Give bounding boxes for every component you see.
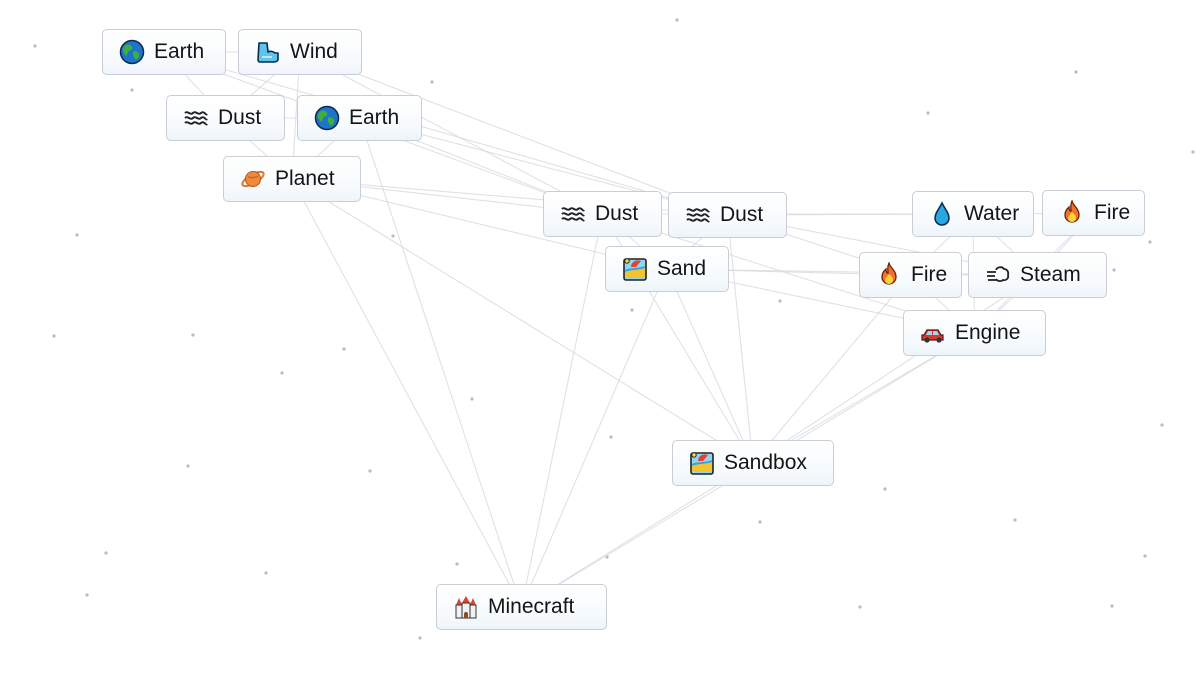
background-dot [455, 562, 459, 566]
background-dot [858, 605, 862, 609]
element-label: Steam [1020, 263, 1081, 286]
background-dot [609, 435, 613, 439]
element-tile-fire[interactable]: Fire [859, 252, 962, 298]
fire-icon [1059, 200, 1085, 226]
beach-icon [622, 256, 648, 282]
element-tile-sand[interactable]: Sand [605, 246, 729, 292]
background-dot [630, 308, 634, 312]
background-dot [430, 80, 434, 84]
element-label: Sandbox [724, 451, 807, 474]
background-dot [418, 636, 422, 640]
castle-icon [453, 594, 479, 620]
element-label: Dust [218, 106, 262, 129]
element-label: Fire [1094, 201, 1131, 224]
element-tile-planet[interactable]: Planet [223, 156, 361, 202]
background-dot [52, 334, 56, 338]
background-dot [675, 18, 679, 22]
fire-icon [876, 262, 902, 288]
background-dot [1148, 240, 1152, 244]
element-label: Water [964, 202, 1020, 225]
planet-icon [240, 166, 266, 192]
background-dot [1074, 70, 1078, 74]
element-tile-dust[interactable]: Dust [543, 191, 662, 237]
background-dot [280, 371, 284, 375]
background-dot [1160, 423, 1164, 427]
background-dot [778, 299, 782, 303]
element-tile-earth[interactable]: Earth [297, 95, 422, 141]
globe-icon [119, 39, 145, 65]
background-dot [758, 520, 762, 524]
dust-waves-icon [560, 201, 586, 227]
connection-line [291, 178, 522, 608]
droplet-icon [929, 201, 955, 227]
element-tile-sandbox[interactable]: Sandbox [672, 440, 834, 486]
connection-line [520, 213, 604, 608]
background-dot [1110, 604, 1114, 608]
background-dot [391, 234, 395, 238]
element-label: Dust [720, 203, 764, 226]
background-dot [130, 88, 134, 92]
connection-line [726, 214, 754, 464]
beach-icon [689, 450, 715, 476]
element-tile-minecraft[interactable]: Minecraft [436, 584, 607, 630]
background-dot [1112, 268, 1116, 272]
element-tile-steam[interactable]: Steam [968, 252, 1107, 298]
element-tile-earth[interactable]: Earth [102, 29, 226, 75]
background-dot [883, 487, 887, 491]
background-dot [470, 397, 474, 401]
background-dot [104, 551, 108, 555]
car-icon [920, 320, 946, 346]
background-dot [191, 333, 195, 337]
element-tile-engine[interactable]: Engine [903, 310, 1046, 356]
element-label: Sand [657, 257, 707, 280]
element-label: Earth [154, 40, 205, 63]
element-tile-dust[interactable]: Dust [166, 95, 285, 141]
element-tile-water[interactable]: Water [912, 191, 1034, 237]
background-dot [75, 233, 79, 237]
element-label: Fire [911, 263, 948, 286]
background-dot [1143, 554, 1147, 558]
dust-waves-icon [685, 202, 711, 228]
background-dot [186, 464, 190, 468]
background-dot [368, 469, 372, 473]
background-dot [33, 44, 37, 48]
background-dot [85, 593, 89, 597]
connection-line [520, 268, 668, 608]
element-label: Planet [275, 167, 335, 190]
dust-waves-icon [183, 105, 209, 131]
element-tile-wind[interactable]: Wind [238, 29, 362, 75]
element-tile-dust[interactable]: Dust [668, 192, 787, 238]
steam-icon [985, 262, 1011, 288]
element-label: Minecraft [488, 595, 575, 618]
background-dot [1013, 518, 1017, 522]
wind-icon [255, 39, 281, 65]
background-dot [264, 571, 268, 575]
globe-icon [314, 105, 340, 131]
connection-line [666, 268, 754, 464]
connection-line [752, 274, 1038, 464]
element-label: Dust [595, 202, 639, 225]
background-dot [1191, 150, 1195, 154]
element-tile-fire[interactable]: Fire [1042, 190, 1145, 236]
background-dot [342, 347, 346, 351]
element-label: Wind [290, 40, 338, 63]
background-dot [926, 111, 930, 115]
element-label: Engine [955, 321, 1021, 344]
element-label: Earth [349, 106, 400, 129]
